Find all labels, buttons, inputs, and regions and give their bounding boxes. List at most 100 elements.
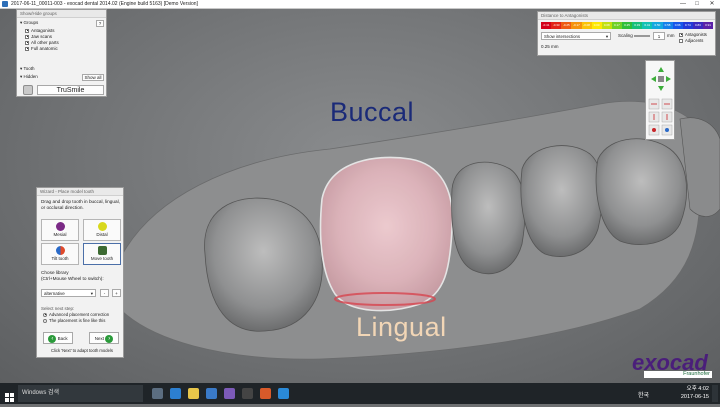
clock-time: 오후 4:02 [686,386,709,392]
group-item-full-anatomic[interactable]: Full anatomic [25,46,58,52]
distal-dot-icon [97,222,107,231]
color-scale-cell: 0.00 [591,22,602,29]
trusmile-button[interactable]: TruSmile [37,85,104,95]
tilt-tooth-option-button[interactable]: Tilt tooth [41,243,79,265]
checkbox[interactable] [679,32,683,37]
color-scale-cell: 0.66 [672,22,683,29]
next-step-label: Select next step: [41,306,75,311]
radio-button[interactable] [43,318,47,323]
store-icon[interactable] [206,388,217,399]
window-titlebar: 2017-06-11_00011-003 - exocad dental 201… [0,0,720,9]
library-next-button[interactable]: + [112,289,121,297]
app-icon-2[interactable] [242,388,253,399]
task-view-icon[interactable] [152,388,163,399]
mesial-option-button[interactable]: Mesial [41,219,79,241]
checkbox[interactable] [25,28,29,33]
buccal-label: Buccal [330,97,415,127]
group-item-label: Full anatomic [31,46,58,51]
hidden-section-header: ▾ Hidden [20,74,38,79]
color-scale: -0.41 -0.33 -0.25 -0.17 -0.08 0.00 0.08 0.17 0.2… [541,22,714,29]
hidden-label: Hidden [23,74,38,79]
fraunhofer-label: Fraunhofer [644,371,712,378]
distal-option-button[interactable]: Distal [83,219,121,241]
show-desktop-button[interactable] [712,385,718,402]
app-icon-1[interactable] [224,388,235,399]
antagonists-label: Antagonists [685,32,707,37]
tooth-section-header[interactable]: ▾ Tooth [20,66,34,72]
edge-browser-icon[interactable] [170,388,181,399]
adjacents-label: Adjacents [685,38,704,43]
library-label: Chose library (Ctrl+Mouse Wheel to switc… [41,270,104,281]
lingual-label: Lingual [356,312,447,342]
tilt-rotate-icon [55,246,65,255]
back-arrow-icon: ‹ [48,334,57,343]
color-scale-cell: 0.25 [622,22,633,29]
show-hide-groups-panel: Show/Hide groups ▾ Groups ? Antagonists … [16,9,107,97]
group-item-label: Antagonists [31,28,55,33]
show-all-button[interactable]: Show all [82,74,104,81]
move-tooth-option-button[interactable]: Move tooth [83,243,121,265]
groups-label: Groups [23,20,39,25]
file-explorer-icon[interactable] [188,388,199,399]
display-mode-value: Show intersections [544,34,581,39]
distance-value: 0.25 mm [541,44,559,49]
distance-to-antagonists-panel: Distance to Antagonists -0.41 -0.33 -0.25-… [537,11,716,56]
chevron-down-icon: ▾ [605,34,608,39]
library-prev-button[interactable]: - [100,289,109,297]
tooth-premolar-2 [520,145,603,257]
scaling-unit: mm [667,33,675,38]
color-scale-cell: 0.83 [692,22,703,29]
tooth-thumbnail-icon[interactable] [23,85,33,95]
color-scale-cell: 0.50 [652,22,663,29]
display-mode-select[interactable]: Show intersections ▾ [541,32,611,40]
exocad-taskbar-icon[interactable] [278,388,289,399]
taskbar-search-box[interactable]: Windows 검색 [18,385,143,402]
wizard-hint: Click 'Next' to adapt tooth models [51,348,113,353]
adjacents-checkbox-row[interactable]: Adjacents [679,38,703,44]
maximize-button[interactable]: □ [690,0,704,9]
wizard-title: Wizard - Place model tooth [37,188,123,196]
clock[interactable]: 오후 4:02 2017-06-15 [665,385,709,401]
radio-button[interactable] [43,312,47,317]
groups-section-header[interactable]: ▾ Groups [20,20,38,26]
color-scale-cell: 0.41 [642,22,653,29]
checkbox[interactable] [25,40,29,45]
system-tray-icons[interactable] [572,389,632,399]
option-label: Move tooth [90,256,114,261]
scaling-input[interactable]: 1 [653,32,665,40]
minimize-button[interactable]: — [676,0,690,9]
color-scale-cell: 0.58 [662,22,673,29]
back-button[interactable]: ‹ Back [43,332,73,344]
color-scale-cell: 0.17 [611,22,622,29]
close-button[interactable]: ✕ [705,0,719,9]
next-button[interactable]: Next › [89,332,119,344]
scaling-label: Scaling [618,33,633,38]
radio-placement-fine[interactable]: The placement is fine like this [43,318,105,324]
checkbox[interactable] [25,46,29,51]
checkbox[interactable] [679,38,683,43]
mesial-dot-icon [55,222,65,231]
windows-taskbar: Windows 검색 한국 오후 4:02 2017-06-15 [0,383,720,404]
library-select[interactable]: alternative ▾ [41,289,96,297]
color-scale-cell: -0.25 [561,22,572,29]
option-label: Tilt tooth [51,256,69,261]
radio-label: Advanced placement correction [49,312,110,317]
view-preset-buttons[interactable] [648,98,673,136]
color-scale-cell: 0.74 [682,22,693,29]
back-label: Back [57,336,68,341]
checkbox[interactable] [25,34,29,39]
color-scale-cell: -0.41 [541,22,552,29]
app-icon-3[interactable] [260,388,271,399]
scaling-slider[interactable] [634,35,650,37]
show-hide-title: Show/Hide groups [17,10,106,18]
tooth-label: Tooth [23,66,35,71]
tooth-molar-right [595,138,687,245]
distance-title: Distance to Antagonists [538,12,715,20]
tooth-crown-placed [319,156,454,312]
help-button[interactable]: ? [96,20,104,27]
windows-start-icon[interactable] [5,389,14,402]
input-language[interactable]: 한국 [638,390,649,399]
exocad-logo: exocad Fraunhofer [632,352,714,380]
color-scale-cell: -0.33 [551,22,562,29]
view-pan-arrows[interactable] [651,67,671,91]
